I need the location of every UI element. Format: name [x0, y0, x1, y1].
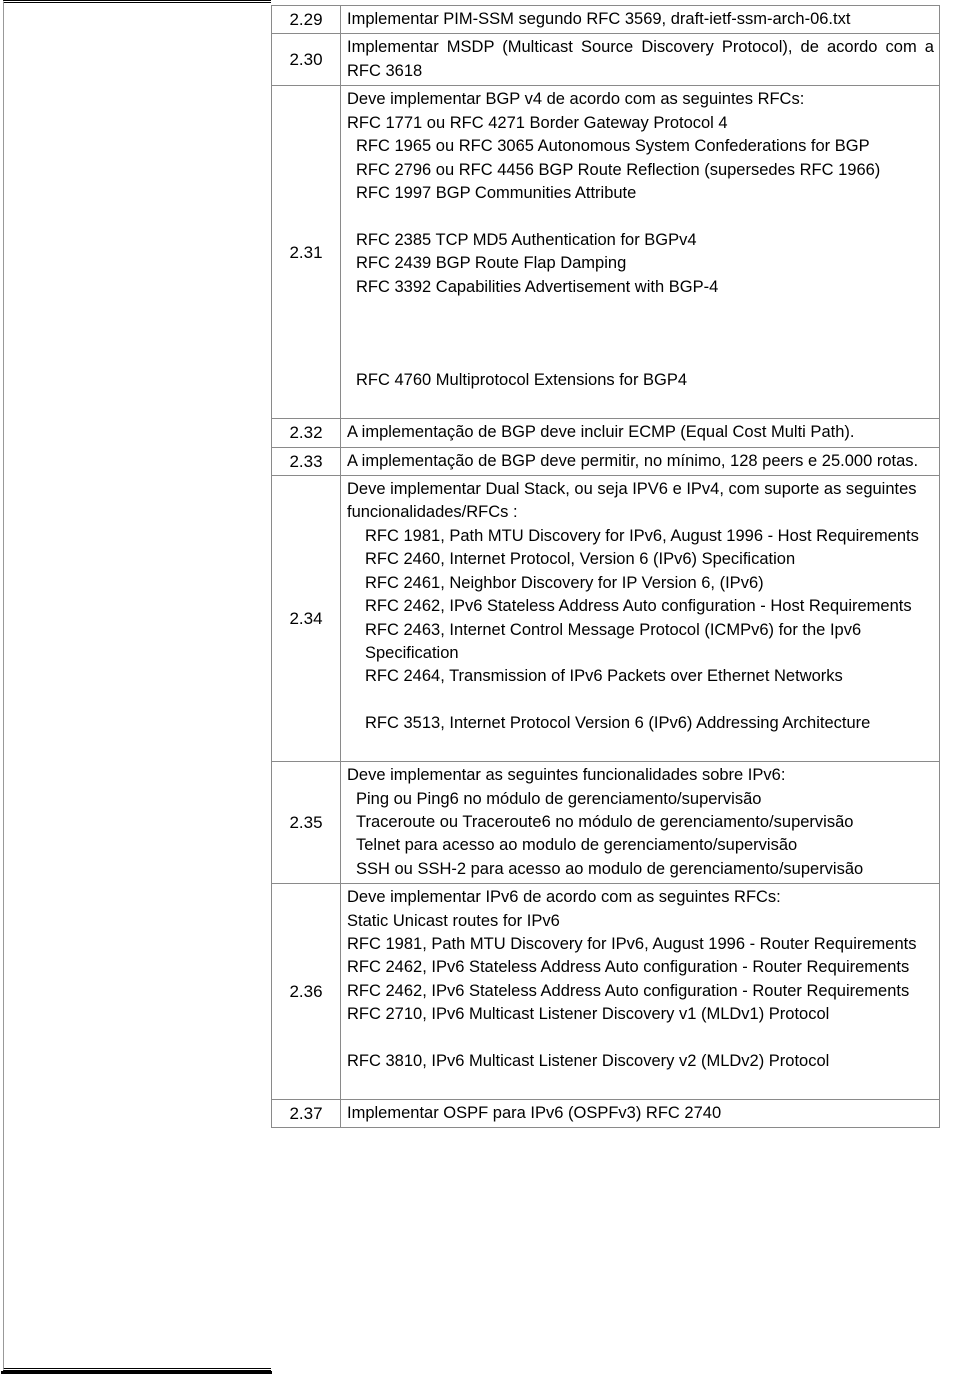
requirement-line: RFC 2710, IPv6 Multicast Listener Discov… [347, 1005, 830, 1024]
requirements-table-body: 2.29 Implementar PIM-SSM segundo RFC 3569… [271, 4, 940, 1129]
requirement-body-cell: Deve implementar Dual Stack, ou seja IPV… [340, 475, 940, 763]
table-row: 2.35 Deve implementar as seguintes funcio… [271, 761, 940, 885]
requirement-body-cell: A implementação de BGP deve incluir ECMP… [340, 418, 940, 448]
requirement-id-cell: 2.29 [271, 4, 341, 35]
left-margin-column [1, 0, 272, 1374]
requirement-line: Deve implementar IPv6 de acordo com as s… [347, 888, 781, 907]
requirement-line: RFC 2462, IPv6 Stateless Address Auto co… [347, 958, 910, 977]
table-row: 2.34 Deve implementar Dual Stack, ou seja… [271, 475, 940, 763]
requirement-line: Implementar PIM-SSM segundo RFC 3569, dr… [347, 10, 851, 28]
requirement-line: RFC 2464, Transmission of IPv6 Packets o… [365, 667, 843, 686]
spacer-line [347, 393, 934, 416]
requirement-line: RFC 3810, IPv6 Multicast Listener Discov… [347, 1052, 830, 1071]
requirement-line: Ping ou Ping6 no módulo de gerenciamento… [356, 789, 762, 808]
requirement-line: RFC 1981, Path MTU Discovery for IPv6, A… [347, 935, 917, 954]
spacer-line [347, 346, 934, 369]
requirement-line: Traceroute ou Traceroute6 no módulo de g… [356, 812, 854, 831]
requirement-line: RFC 2385 TCP MD5 Authentication for BGPv… [356, 230, 697, 249]
table-row: 2.32 A implementação de BGP deve incluir … [271, 418, 940, 448]
requirement-line: RFC 4760 Multiprotocol Extensions for BG… [356, 371, 688, 390]
table-row: 2.30 Implementar MSDP (Multicast Source D… [271, 33, 940, 87]
requirement-line: RFC 1997 BGP Communities Attribute [356, 183, 637, 202]
requirement-line: RFC 3513, Internet Protocol Version 6 (I… [365, 714, 871, 733]
requirement-line: A implementação de BGP deve permitir, no… [347, 451, 919, 470]
requirement-body-cell: Deve implementar IPv6 de acordo com as s… [340, 883, 940, 1100]
requirement-line: RFC 2462, IPv6 Stateless Address Auto co… [365, 597, 912, 616]
requirement-id-cell: 2.34 [271, 475, 341, 763]
spacer-line [347, 205, 934, 228]
requirement-line: RFC 1965 ou RFC 3065 Autonomous System C… [356, 137, 870, 156]
requirement-line: RFC 2462, IPv6 Stateless Address Auto co… [347, 981, 910, 1000]
requirement-line: Deve implementar Dual Stack, ou seja IPV… [347, 480, 917, 522]
requirement-line: Implementar MSDP (Multicast Source Disco… [347, 38, 934, 80]
table-row: 2.33 A implementação de BGP deve permitir… [271, 446, 940, 477]
requirement-line: RFC 2463, Internet Control Message Proto… [365, 620, 862, 662]
spacer-line [347, 1027, 934, 1050]
spacer-line [347, 299, 934, 322]
requirement-id-cell: 2.30 [271, 33, 341, 87]
requirement-line: RFC 1981, Path MTU Discovery for IPv6, A… [365, 526, 919, 545]
requirement-line: Telnet para acesso ao modulo de gerencia… [356, 836, 798, 855]
requirement-line: Static Unicast routes for IPv6 [347, 911, 560, 930]
requirement-body-cell: Implementar MSDP (Multicast Source Disco… [340, 33, 940, 87]
table-row: 2.37 Implementar OSPF para IPv6 (OSPFv3) … [271, 1098, 940, 1129]
spacer-line [347, 1074, 934, 1097]
requirement-line: SSH ou SSH-2 para acesso ao modulo de ge… [356, 859, 864, 878]
spacer-line [347, 736, 934, 759]
requirement-body-cell: Implementar PIM-SSM segundo RFC 3569, dr… [340, 4, 940, 35]
requirement-id-cell: 2.35 [271, 761, 341, 885]
requirement-id-cell: 2.31 [271, 85, 341, 420]
table-row: 2.36 Deve implementar IPv6 de acordo com … [271, 883, 940, 1100]
requirement-line: RFC 2461, Neighbor Discovery for IP Vers… [365, 573, 764, 592]
requirement-line: A implementação de BGP deve incluir ECMP… [347, 423, 855, 442]
requirement-id-cell: 2.32 [271, 418, 341, 448]
requirement-line: RFC 2439 BGP Route Flap Damping [356, 254, 627, 273]
spacer-line [347, 322, 934, 345]
requirement-id-cell: 2.37 [271, 1098, 341, 1129]
requirement-line: RFC 3392 Capabilities Advertisement with… [356, 277, 719, 296]
requirement-id-cell: 2.33 [271, 446, 341, 477]
requirement-line: Implementar OSPF para IPv6 (OSPFv3) RFC … [347, 1103, 722, 1122]
requirement-id-cell: 2.36 [271, 883, 341, 1100]
requirement-body-cell: Implementar OSPF para IPv6 (OSPFv3) RFC … [340, 1098, 940, 1129]
table-row: 2.31 Deve implementar BGP v4 de acordo co… [271, 85, 940, 420]
requirement-line: Deve implementar BGP v4 de acordo com as… [347, 90, 805, 109]
requirement-body-cell: A implementação de BGP deve permitir, no… [340, 446, 940, 477]
requirement-line: Deve implementar as seguintes funcionali… [347, 766, 786, 785]
requirement-line: RFC 1771 ou RFC 4271 Border Gateway Prot… [347, 113, 728, 132]
requirements-table: 2.29 Implementar PIM-SSM segundo RFC 3569… [271, 4, 940, 1129]
requirement-line: RFC 2460, Internet Protocol, Version 6 (… [365, 550, 796, 569]
spacer-line [347, 689, 934, 712]
requirement-body-cell: Deve implementar as seguintes funcionali… [340, 761, 940, 885]
requirement-line: RFC 2796 ou RFC 4456 BGP Route Reflectio… [356, 160, 881, 179]
table-row: 2.29 Implementar PIM-SSM segundo RFC 3569… [271, 4, 940, 35]
document-page: 2.29 Implementar PIM-SSM segundo RFC 3569… [0, 0, 960, 1374]
requirement-body-cell: Deve implementar BGP v4 de acordo com as… [340, 85, 940, 420]
